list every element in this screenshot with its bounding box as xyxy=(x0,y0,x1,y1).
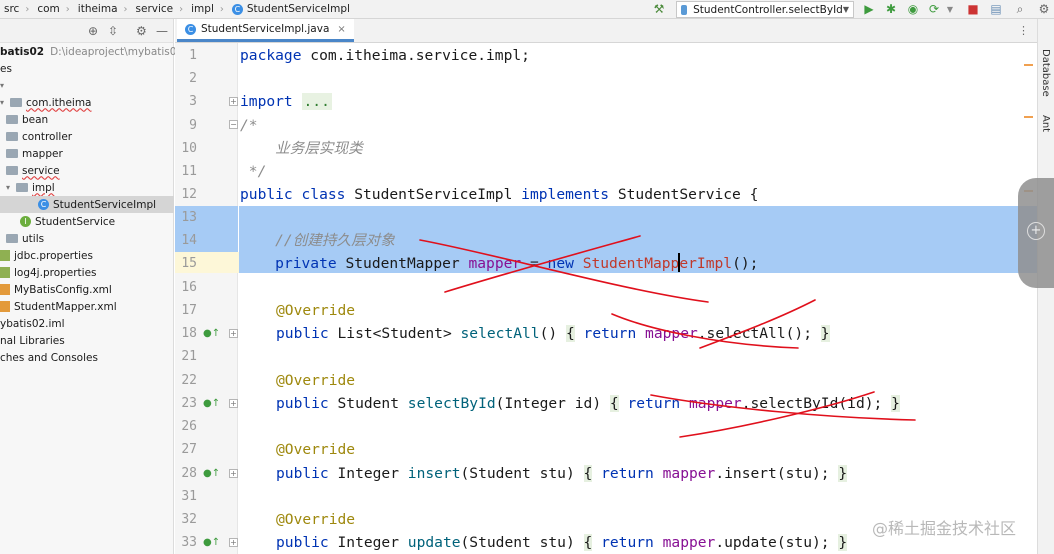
strike-stroke xyxy=(419,239,709,303)
annotation-strokes xyxy=(419,235,916,438)
warning-stripe xyxy=(1024,116,1033,118)
database-tool-button[interactable]: Database xyxy=(1040,49,1051,97)
strike-stroke xyxy=(679,391,875,438)
watermark: @稀土掘金技术社区 xyxy=(872,519,1017,538)
strike-stroke xyxy=(611,313,799,349)
add-icon[interactable]: + xyxy=(1027,222,1045,240)
strike-stroke xyxy=(699,299,816,349)
warning-stripe xyxy=(1024,64,1033,66)
ant-tool-button[interactable]: Ant xyxy=(1040,115,1051,132)
